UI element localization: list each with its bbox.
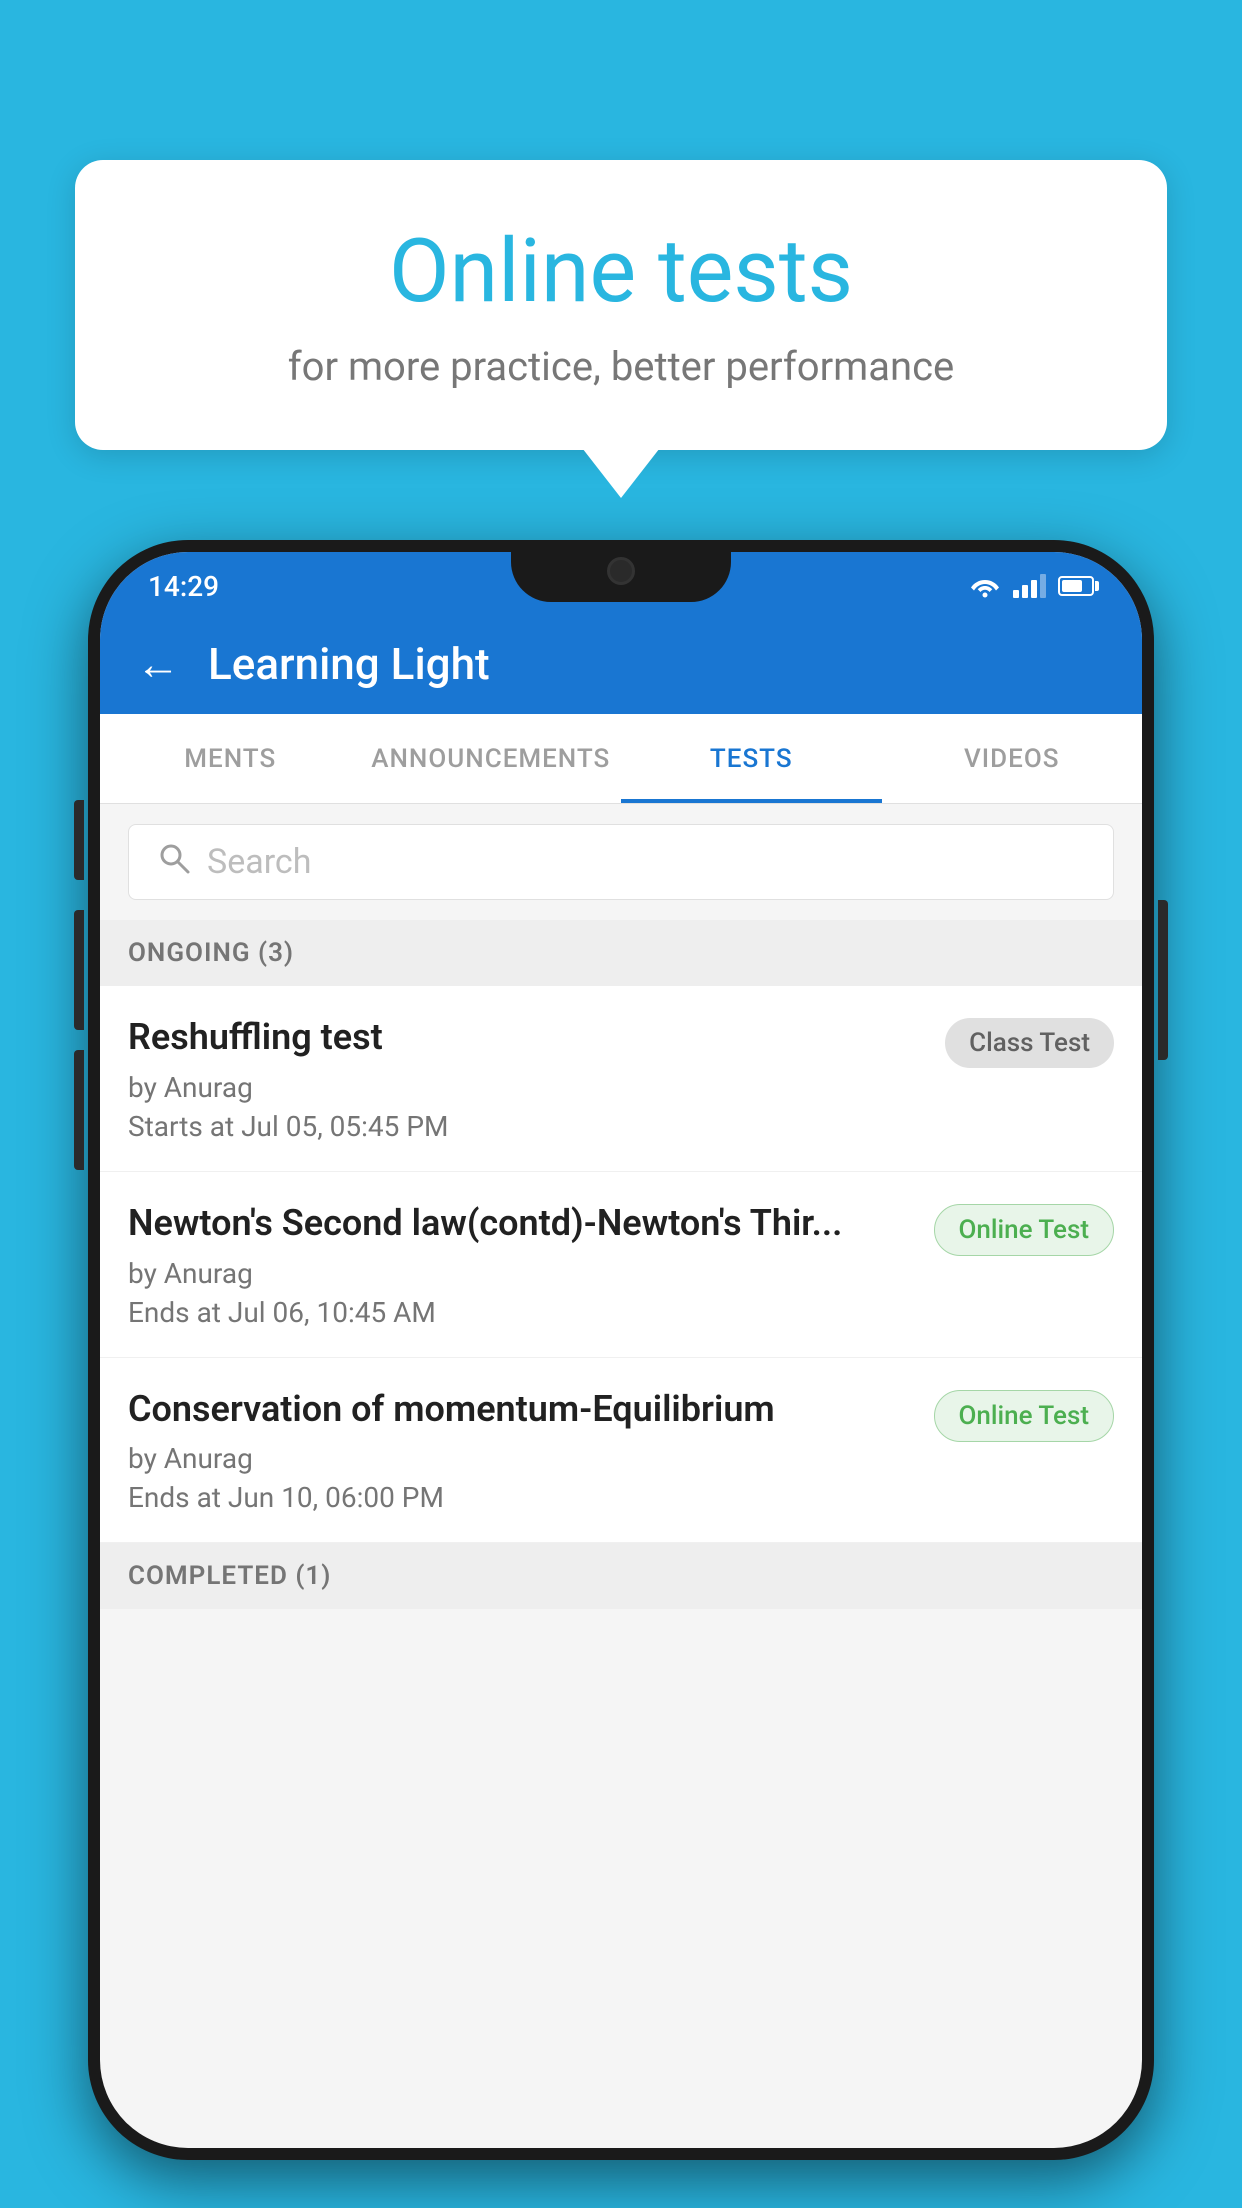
speech-bubble: Online tests for more practice, better p… (75, 160, 1167, 450)
test-date-2: Ends at Jul 06, 10:45 AM (128, 1296, 914, 1329)
tests-list: Reshuffling test by Anurag Starts at Jul… (100, 986, 1142, 1543)
phone-notch (511, 540, 731, 602)
wifi-icon (969, 574, 1001, 598)
status-icons (969, 574, 1094, 598)
search-icon (157, 841, 191, 884)
ongoing-section-header: ONGOING (3) (100, 920, 1142, 986)
phone-screen: 14:29 (100, 552, 1142, 2148)
test-author-1: by Anurag (128, 1071, 925, 1104)
search-box[interactable]: Search (128, 824, 1114, 900)
test-date-1: Starts at Jul 05, 05:45 PM (128, 1110, 925, 1143)
test-info-2: Newton's Second law(contd)-Newton's Thir… (128, 1200, 934, 1329)
tab-announcements[interactable]: ANNOUNCEMENTS (361, 714, 622, 803)
battery-fill (1062, 580, 1082, 592)
app-header: ← Learning Light (100, 614, 1142, 714)
test-item-3[interactable]: Conservation of momentum-Equilibrium by … (100, 1358, 1142, 1544)
speech-bubble-subtitle: for more practice, better performance (155, 343, 1087, 390)
search-placeholder: Search (207, 842, 311, 882)
phone-camera (607, 557, 635, 585)
test-item-2[interactable]: Newton's Second law(contd)-Newton's Thir… (100, 1172, 1142, 1358)
tab-ments[interactable]: MENTS (100, 714, 361, 803)
phone-side-button-top (74, 800, 84, 880)
status-time: 14:29 (148, 570, 219, 603)
completed-section-header: COMPLETED (1) (100, 1543, 1142, 1609)
test-author-2: by Anurag (128, 1257, 914, 1290)
back-button[interactable]: ← (136, 638, 180, 690)
tab-videos[interactable]: VIDEOS (882, 714, 1143, 803)
app-title: Learning Light (208, 638, 490, 690)
test-name-1: Reshuffling test (128, 1014, 925, 1061)
test-badge-1: Class Test (945, 1018, 1114, 1068)
phone-side-button-power (1158, 900, 1168, 1060)
completed-label: COMPLETED (1) (128, 1561, 331, 1591)
test-date-3: Ends at Jun 10, 06:00 PM (128, 1481, 914, 1514)
test-badge-2: Online Test (934, 1204, 1115, 1256)
test-info-1: Reshuffling test by Anurag Starts at Jul… (128, 1014, 945, 1143)
phone-wrapper: 14:29 (88, 540, 1154, 2208)
phone-side-button-vol-up (74, 910, 84, 1030)
tab-tests[interactable]: TESTS (621, 714, 882, 803)
test-author-3: by Anurag (128, 1442, 914, 1475)
search-container: Search (100, 804, 1142, 920)
ongoing-label: ONGOING (3) (128, 938, 294, 968)
signal-icon (1013, 574, 1046, 598)
phone-side-button-vol-down (74, 1050, 84, 1170)
speech-bubble-title: Online tests (155, 220, 1087, 323)
test-info-3: Conservation of momentum-Equilibrium by … (128, 1386, 934, 1515)
test-name-3: Conservation of momentum-Equilibrium (128, 1386, 914, 1433)
phone-outer: 14:29 (88, 540, 1154, 2160)
battery-icon (1058, 576, 1094, 596)
test-item-1[interactable]: Reshuffling test by Anurag Starts at Jul… (100, 986, 1142, 1172)
test-badge-3: Online Test (934, 1390, 1115, 1442)
tabs-bar: MENTS ANNOUNCEMENTS TESTS VIDEOS (100, 714, 1142, 804)
test-name-2: Newton's Second law(contd)-Newton's Thir… (128, 1200, 914, 1247)
